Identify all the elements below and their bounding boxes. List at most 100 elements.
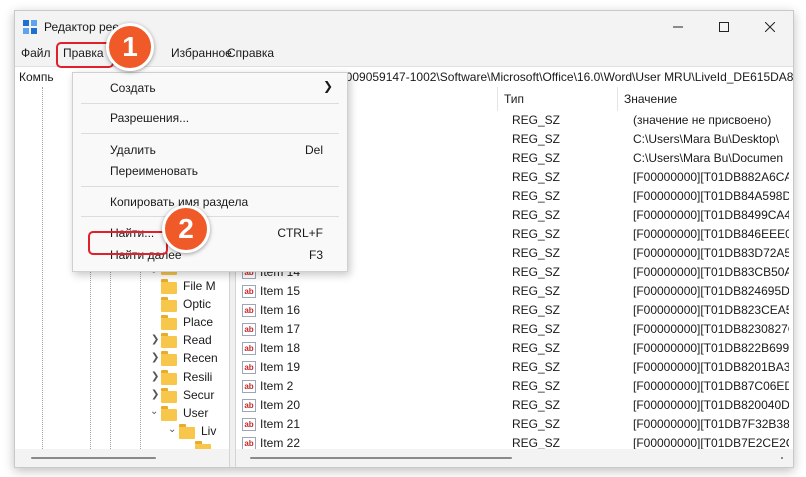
step-badge-2: 2 (162, 205, 210, 253)
chevron-right-icon[interactable]: ❯ (151, 371, 159, 382)
string-value-icon: ab (242, 323, 256, 336)
tree-horizontal-scrollbar[interactable] (15, 449, 229, 467)
value-data: C:\Users\Mara Bu\Documen (633, 151, 784, 165)
value-name: Item 22 (260, 436, 301, 449)
folder-icon (161, 315, 177, 330)
menu-help[interactable]: Справка (221, 45, 280, 61)
tree-item-label: Place (183, 315, 214, 329)
value-type: REG_SZ (512, 398, 561, 412)
value-type: REG_SZ (512, 227, 561, 241)
chevron-down-icon[interactable]: ⌄ (150, 406, 158, 417)
value-data: [F00000000][T01DB824695D7A (633, 284, 789, 298)
value-data: (значение не присвоено) (633, 113, 772, 127)
chevron-right-icon[interactable]: ❯ (151, 334, 159, 345)
scroll-thumb[interactable] (250, 457, 512, 459)
maximize-button[interactable] (701, 11, 747, 43)
table-row[interactable]: ab Item 21 REG_SZ [F00000000][T01DB7F32B389… (236, 415, 793, 434)
tree-item-label: Resili (183, 370, 213, 384)
value-name: Item 16 (260, 303, 301, 317)
table-row[interactable]: ab Item 16 REG_SZ [F00000000][T01DB823CEA5B… (236, 301, 793, 320)
table-row[interactable]: ab Item 2 REG_SZ [F00000000][T01DB87C06ED19 (236, 377, 793, 396)
menu-item-delete[interactable]: Удалить (110, 143, 156, 157)
value-data: [F00000000][T01DB822B69964 (633, 341, 789, 355)
window-title: Редактор рее (44, 20, 120, 34)
tree-item-label: Optic (183, 297, 212, 311)
value-data: [F00000000][T01DB87C06ED19 (633, 379, 789, 393)
column-header-type[interactable]: Тип (498, 87, 618, 111)
string-value-icon: ab (242, 418, 256, 431)
close-icon (765, 22, 775, 32)
value-type: REG_SZ (512, 284, 561, 298)
value-type: REG_SZ (512, 360, 561, 374)
value-type: REG_SZ (512, 132, 561, 146)
registry-editor-window: Редактор рее Файл Правка Избранное Справ… (14, 10, 794, 468)
tree-item-label: Read (183, 333, 212, 347)
string-value-icon: ab (242, 380, 256, 393)
string-value-icon: ab (242, 342, 256, 355)
value-type: REG_SZ (512, 303, 561, 317)
scroll-end-marker (781, 457, 783, 459)
table-row[interactable]: ab Item 18 REG_SZ [F00000000][T01DB822B6996… (236, 339, 793, 358)
table-row[interactable]: ab Item 20 REG_SZ [F00000000][T01DB820040D8… (236, 396, 793, 415)
address-prefix: Компь (19, 70, 54, 84)
menu-item-create[interactable]: Создать (110, 81, 156, 95)
value-type: REG_SZ (512, 341, 561, 355)
table-row[interactable]: ab Item 15 REG_SZ [F00000000][T01DB824695D7… (236, 282, 793, 301)
close-button[interactable] (747, 11, 793, 43)
value-data: [F00000000][T01DB84A598D5C (633, 189, 789, 203)
folder-icon (161, 279, 177, 294)
string-value-icon: ab (242, 361, 256, 374)
menu-item-permissions[interactable]: Разрешения... (110, 111, 189, 125)
menu-item-rename[interactable]: Переименовать (110, 164, 198, 178)
shortcut-delete: Del (304, 143, 323, 157)
value-type: REG_SZ (512, 417, 561, 431)
highlight-find-next (88, 231, 168, 255)
value-type: REG_SZ (512, 189, 561, 203)
value-data: [F00000000][T01DB7E2CE2C8 (633, 436, 789, 449)
folder-icon (161, 333, 177, 348)
scroll-thumb[interactable] (31, 457, 156, 459)
list-horizontal-scrollbar[interactable] (236, 449, 793, 467)
minimize-button[interactable] (655, 11, 701, 43)
value-type: REG_SZ (512, 208, 561, 222)
string-value-icon: ab (242, 304, 256, 317)
folder-icon (161, 406, 177, 421)
value-data: [F00000000][T01DB846EEE0FE (633, 227, 789, 241)
chevron-down-icon[interactable]: ⌄ (168, 424, 176, 435)
menu-separator (81, 133, 339, 134)
minimize-icon (673, 26, 683, 28)
tree-item-label: Secur (183, 388, 215, 402)
value-type: REG_SZ (512, 322, 561, 336)
maximize-icon (719, 22, 729, 32)
value-data: [F00000000][T01DB823CEA5BE (633, 303, 789, 317)
value-type: REG_SZ (512, 436, 561, 449)
tree-item-label: File M (183, 279, 216, 293)
value-data: [F00000000][T01DB8499CA478 (633, 208, 789, 222)
shortcut-find-next: F3 (308, 248, 323, 262)
registry-app-icon (23, 20, 37, 34)
value-name: Item 2 (260, 379, 294, 393)
value-name: Item 18 (260, 341, 301, 355)
tree-guide (42, 87, 43, 449)
table-row[interactable]: ab Item 17 REG_SZ [F00000000][T01DB8230827C… (236, 320, 793, 339)
value-type: REG_SZ (512, 113, 561, 127)
table-row[interactable]: ab Item 22 REG_SZ [F00000000][T01DB7E2CE2C8 (236, 434, 793, 449)
value-name: Item 19 (260, 360, 301, 374)
table-row[interactable]: ab Item 19 REG_SZ [F00000000][T01DB8201BA3E… (236, 358, 793, 377)
folder-icon (161, 370, 177, 385)
value-data: [F00000000][T01DB820040D8C (633, 398, 789, 412)
chevron-right-icon[interactable]: ❯ (151, 352, 159, 363)
value-type: REG_SZ (512, 151, 561, 165)
value-data: [F00000000][T01DB83CB50A23 (633, 265, 789, 279)
value-type: REG_SZ (512, 265, 561, 279)
string-value-icon: ab (242, 285, 256, 298)
value-type: REG_SZ (512, 170, 561, 184)
value-type: REG_SZ (512, 379, 561, 393)
value-data: [F00000000][T01DB882A6CA35 (633, 170, 789, 184)
chevron-right-icon[interactable]: ❯ (151, 389, 159, 400)
value-data: [F00000000][T01DB8201BA3ED (633, 360, 789, 374)
tree-item-label: Liv (201, 424, 217, 438)
value-name: Item 17 (260, 322, 301, 336)
menu-file[interactable]: Файл (15, 45, 57, 61)
column-header-value[interactable]: Значение (618, 87, 793, 111)
